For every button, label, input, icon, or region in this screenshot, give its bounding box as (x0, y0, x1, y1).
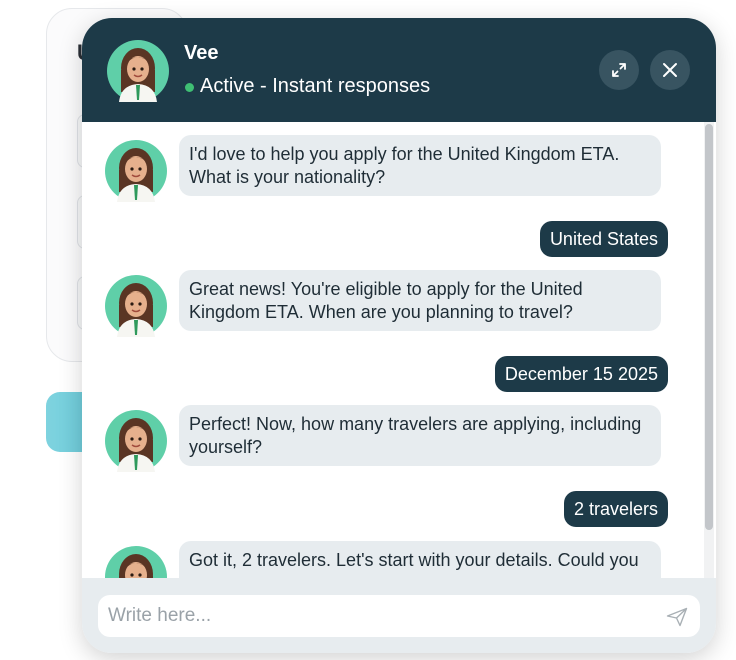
close-icon (663, 63, 677, 77)
status-indicator (185, 83, 194, 92)
message-input-box[interactable] (98, 595, 700, 637)
bot-message: I'd love to help you apply for the Unite… (179, 135, 661, 196)
bot-message: Got it, 2 travelers. Let's start with yo… (179, 541, 661, 578)
user-message: United States (539, 221, 668, 257)
agent-avatar (107, 40, 169, 102)
message-scrollbar[interactable] (704, 122, 714, 578)
bot-message: Perfect! Now, how many travelers are app… (179, 405, 661, 466)
chat-header: Vee Active - Instant responses (82, 18, 716, 122)
scrollbar-thumb[interactable] (705, 124, 713, 530)
chat-footer (82, 578, 716, 653)
message-input[interactable] (108, 595, 648, 637)
bot-avatar (105, 410, 167, 472)
bot-message: Great news! You're eligible to apply for… (179, 270, 661, 331)
message-list[interactable]: I'd love to help you apply for the Unite… (82, 122, 716, 578)
send-icon[interactable] (666, 607, 688, 627)
close-button[interactable] (650, 50, 690, 90)
user-message: 2 travelers (563, 491, 668, 527)
bot-avatar (105, 546, 167, 578)
bot-avatar (105, 140, 167, 202)
expand-button[interactable] (599, 50, 639, 90)
user-message: December 15 2025 (494, 356, 668, 392)
expand-icon (612, 63, 626, 77)
chat-widget: Vee Active - Instant responses I'd love … (82, 18, 716, 653)
bot-avatar (105, 275, 167, 337)
agent-name: Vee (184, 42, 219, 64)
agent-status: Active - Instant responses (200, 75, 431, 97)
